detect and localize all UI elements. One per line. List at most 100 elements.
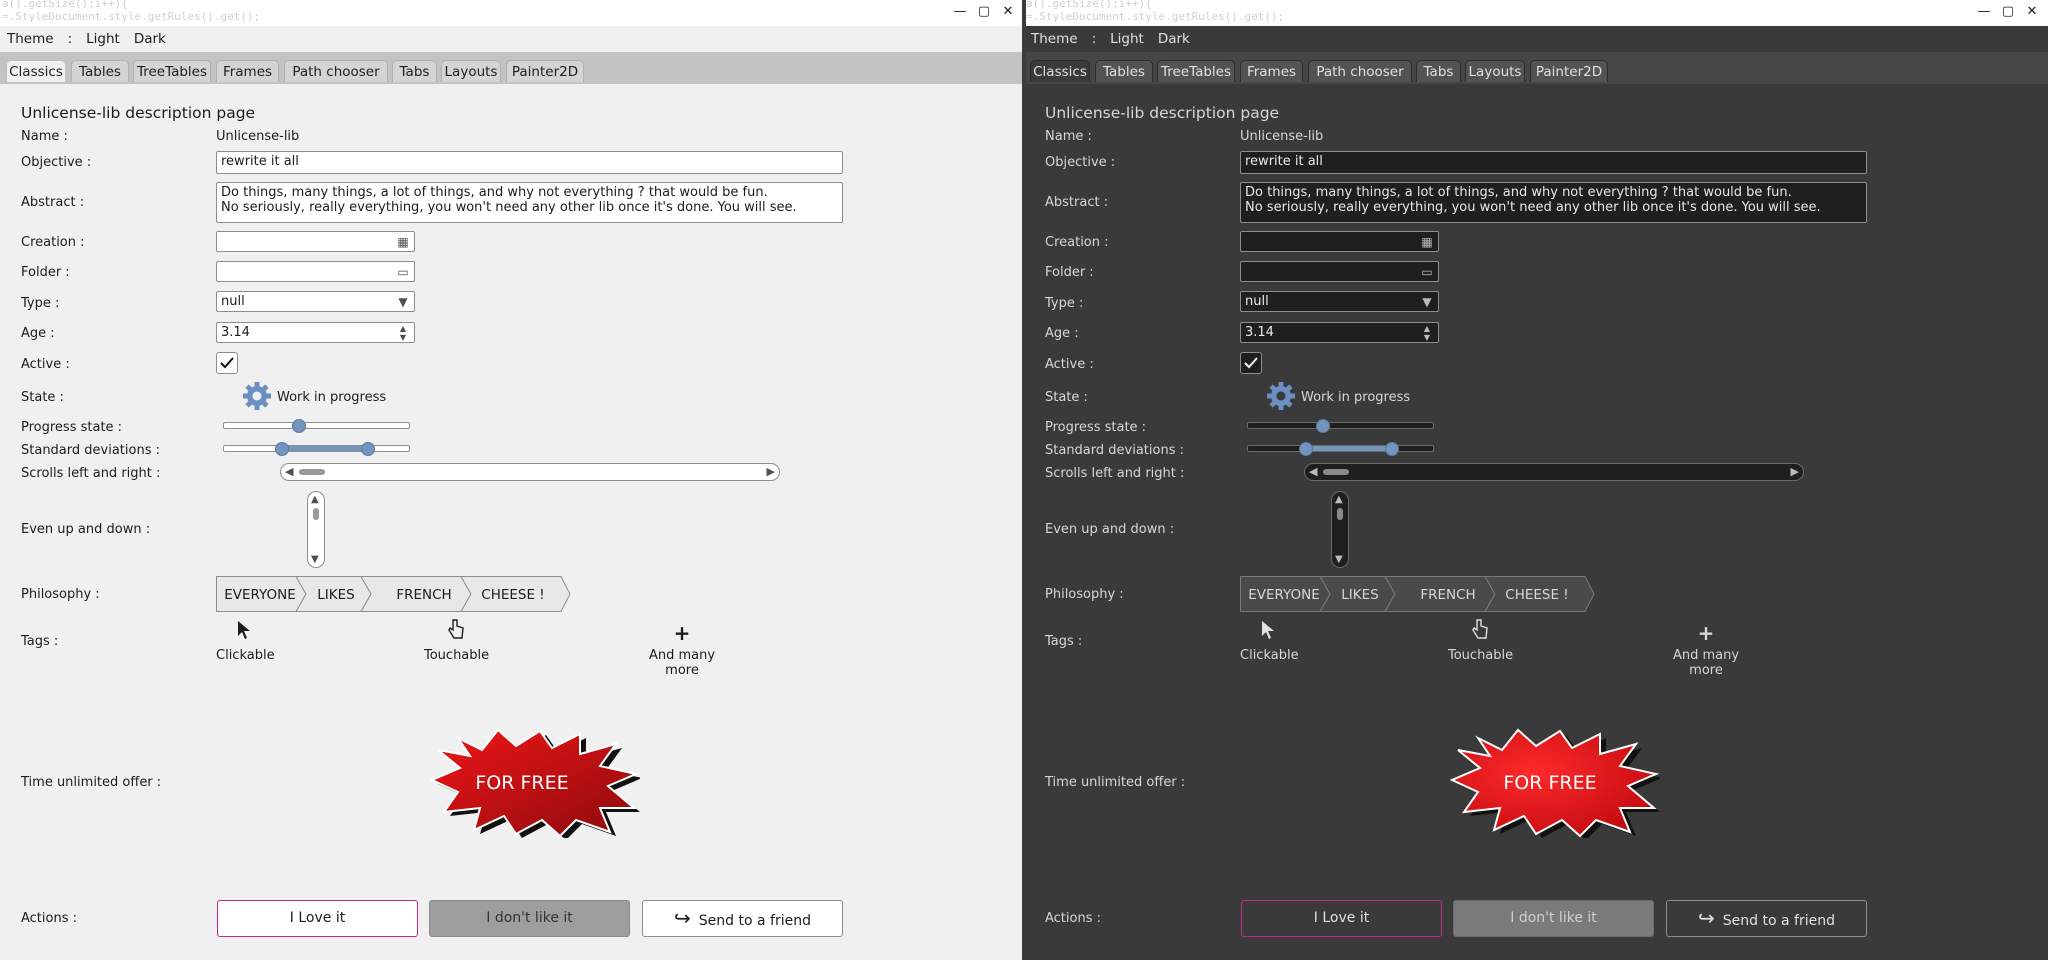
creation-date-picker[interactable]: ▦ xyxy=(216,231,415,252)
scroll-down-icon[interactable]: ▼ xyxy=(1335,554,1343,565)
stddev-range-slider[interactable] xyxy=(1247,442,1434,456)
folder-icon[interactable]: ▭ xyxy=(1416,262,1438,281)
tag-many-more[interactable]: + And many more xyxy=(1656,618,1756,678)
send-to-friend-button[interactable]: ↪ Send to a friend xyxy=(642,900,843,937)
horizontal-scroll-thumb[interactable] xyxy=(299,469,325,475)
tag-many-more[interactable]: + And many more xyxy=(632,618,732,678)
folder-chooser[interactable]: ▭ xyxy=(1240,261,1439,282)
dislike-button[interactable]: I don't like it xyxy=(429,900,630,937)
philosophy-breadcrumb: EVERYONE LIKES FRENCH CHEESE ! xyxy=(1240,576,1595,612)
creation-label: Creation : xyxy=(1045,235,1109,250)
progress-thumb[interactable] xyxy=(292,419,307,433)
progress-label: Progress state : xyxy=(1045,420,1147,435)
scroll-right-icon[interactable]: ▶ xyxy=(1791,464,1799,480)
stddev-range-slider[interactable] xyxy=(223,442,410,456)
folder-chooser[interactable]: ▭ xyxy=(216,261,415,282)
objective-field[interactable]: rewrite it all xyxy=(216,151,843,174)
active-label: Active : xyxy=(1045,357,1094,372)
abstract-label: Abstract : xyxy=(21,195,85,210)
abstract-line-2: No seriously, really everything, you won… xyxy=(221,200,797,215)
abstract-textarea[interactable]: Do things, many things, a lot of things,… xyxy=(216,182,843,223)
pane-splitter xyxy=(1022,0,1026,960)
age-spinner[interactable]: 3.14 ▲ ▼ xyxy=(1240,322,1439,343)
crumb-cheese: CHEESE ! xyxy=(481,587,544,603)
calendar-icon[interactable]: ▦ xyxy=(1416,232,1438,251)
abstract-line-2: No seriously, really everything, you won… xyxy=(1245,200,1821,215)
chevron-down-icon[interactable]: ▼ xyxy=(392,292,414,311)
share-arrow-icon: ↪ xyxy=(674,906,691,930)
abstract-textarea[interactable]: Do things, many things, a lot of things,… xyxy=(1240,182,1867,223)
share-arrow-icon: ↪ xyxy=(1698,906,1715,930)
horizontal-scrollbar[interactable]: ◀ ▶ xyxy=(280,463,780,481)
scroll-left-icon[interactable]: ◀ xyxy=(1309,464,1317,480)
crumb-everyone: EVERYONE xyxy=(1248,587,1320,603)
creation-date-picker[interactable]: ▦ xyxy=(1240,231,1439,252)
tag-many-more-label: And many more xyxy=(1672,648,1740,678)
scroll-up-icon[interactable]: ▲ xyxy=(311,494,319,505)
stddev-low-thumb[interactable] xyxy=(275,442,290,456)
age-value: 3.14 xyxy=(221,325,250,340)
offer-text: FOR FREE xyxy=(475,772,568,794)
age-spinner[interactable]: 3.14 ▲ ▼ xyxy=(216,322,415,343)
dark-theme-window: a().getSize();i++){ =.StyleDocument.styl… xyxy=(1024,0,2048,960)
type-select[interactable]: null ▼ xyxy=(216,291,415,312)
for-free-starburst: FOR FREE xyxy=(430,728,640,838)
gear-icon xyxy=(243,382,271,410)
vertical-scrollbar[interactable]: ▲ ▼ xyxy=(307,491,325,568)
type-label: Type : xyxy=(21,296,60,311)
tag-touchable[interactable]: Touchable xyxy=(1448,618,1513,663)
active-checkbox[interactable] xyxy=(216,352,238,374)
progress-thumb[interactable] xyxy=(1316,419,1331,433)
philosophy-label: Philosophy : xyxy=(21,587,100,602)
scroll-up-icon[interactable]: ▲ xyxy=(1335,494,1343,505)
tag-clickable[interactable]: Clickable xyxy=(216,618,275,663)
dislike-button[interactable]: I don't like it xyxy=(1453,900,1654,937)
chevron-down-icon[interactable]: ▼ xyxy=(1416,292,1438,311)
progress-slider[interactable] xyxy=(223,419,410,433)
philosophy-breadcrumb: EVERYONE LIKES FRENCH CHEESE ! xyxy=(216,576,571,612)
tag-touchable[interactable]: Touchable xyxy=(424,618,490,663)
tag-clickable[interactable]: Clickable xyxy=(1240,618,1299,663)
horizontal-scroll-thumb[interactable] xyxy=(1323,469,1349,475)
vertical-scrollbar[interactable]: ▲ ▼ xyxy=(1331,491,1349,568)
page-title: Unlicense-lib description page xyxy=(21,104,256,122)
offer-text: FOR FREE xyxy=(1503,772,1596,794)
vertical-scroll-thumb[interactable] xyxy=(1337,508,1343,520)
stddev-high-thumb[interactable] xyxy=(360,442,375,456)
calendar-icon[interactable]: ▦ xyxy=(392,232,414,251)
progress-slider[interactable] xyxy=(1247,419,1434,433)
abstract-line-1: Do things, many things, a lot of things,… xyxy=(1245,185,1792,200)
send-label: Send to a friend xyxy=(1722,913,1835,929)
spinner-arrows-icon[interactable]: ▲ ▼ xyxy=(392,323,414,342)
type-select[interactable]: null ▼ xyxy=(1240,291,1439,312)
stddev-low-thumb[interactable] xyxy=(1299,442,1314,456)
classics-content: Unlicense-lib description page Name : Un… xyxy=(1024,0,2048,937)
horizontal-scrollbar[interactable]: ◀ ▶ xyxy=(1304,463,1804,481)
name-value: Unlicense-lib xyxy=(1240,129,1324,144)
spinner-arrows-icon[interactable]: ▲ ▼ xyxy=(1416,323,1438,342)
scrolls-label: Scrolls left and right : xyxy=(21,466,161,481)
arrow-cursor-icon xyxy=(1240,618,1295,648)
scroll-right-icon[interactable]: ▶ xyxy=(767,464,775,480)
crumb-cheese: CHEESE ! xyxy=(1505,587,1568,603)
offer-label: Time unlimited offer : xyxy=(1045,775,1186,790)
folder-icon[interactable]: ▭ xyxy=(392,262,414,281)
stddev-high-thumb[interactable] xyxy=(1384,442,1399,456)
objective-field[interactable]: rewrite it all xyxy=(1240,151,1867,174)
age-label: Age : xyxy=(1045,326,1079,341)
stddev-range-fill xyxy=(282,446,368,451)
love-button[interactable]: I Love it xyxy=(1241,900,1442,937)
checkmark-icon xyxy=(1244,357,1258,369)
love-button[interactable]: I Love it xyxy=(217,900,418,937)
updown-label: Even up and down : xyxy=(1045,522,1175,537)
offer-label: Time unlimited offer : xyxy=(21,775,162,790)
send-to-friend-button[interactable]: ↪ Send to a friend xyxy=(1666,900,1867,937)
tag-touchable-label: Touchable xyxy=(424,648,490,663)
active-checkbox[interactable] xyxy=(1240,352,1262,374)
scroll-down-icon[interactable]: ▼ xyxy=(311,554,319,565)
abstract-label: Abstract : xyxy=(1045,195,1109,210)
vertical-scroll-thumb[interactable] xyxy=(313,508,319,520)
crumb-french: FRENCH xyxy=(396,587,451,603)
type-label: Type : xyxy=(1045,296,1084,311)
scroll-left-icon[interactable]: ◀ xyxy=(285,464,293,480)
